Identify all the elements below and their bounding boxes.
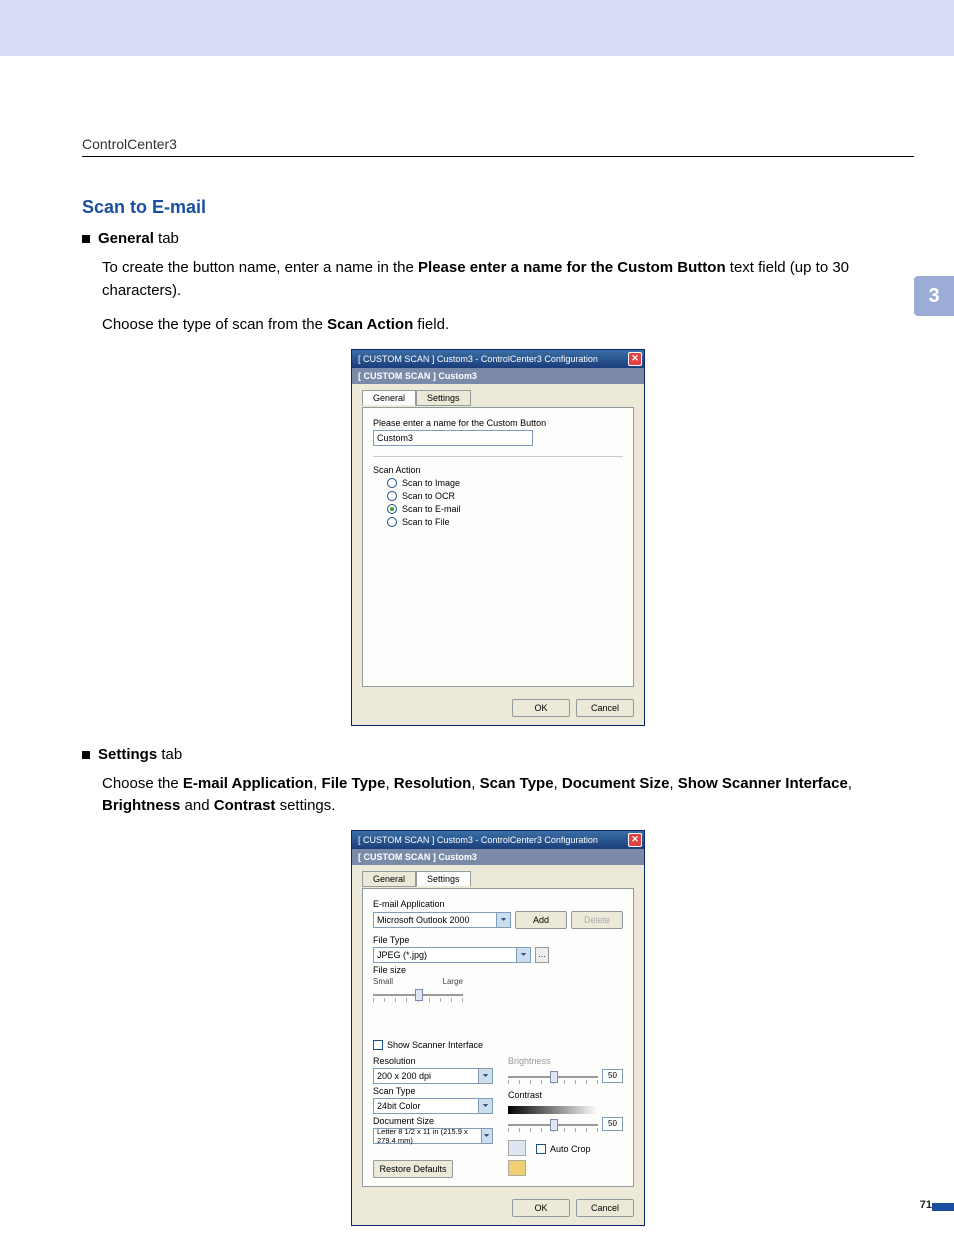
tab-settings[interactable]: Settings bbox=[416, 390, 471, 406]
page-number: 71 bbox=[920, 1199, 932, 1211]
slider-thumb[interactable] bbox=[550, 1071, 558, 1083]
settings-label: Settings bbox=[98, 746, 157, 763]
add-button[interactable]: Add bbox=[515, 911, 567, 929]
radio-icon bbox=[387, 504, 397, 514]
radio-icon bbox=[387, 517, 397, 527]
custom-name-label: Please enter a name for the Custom Butto… bbox=[373, 418, 623, 428]
radio-icon bbox=[387, 491, 397, 501]
chevron-down-icon bbox=[478, 1099, 492, 1113]
bullet-icon bbox=[82, 751, 90, 759]
doc-icon bbox=[508, 1140, 526, 1156]
scan-type-label: Scan Type bbox=[373, 1086, 503, 1096]
resolution-label: Resolution bbox=[373, 1056, 503, 1066]
dialog-general: [ CUSTOM SCAN ] Custom3 - ControlCenter3… bbox=[351, 349, 645, 726]
general-label: General bbox=[98, 230, 154, 247]
doc-size-combo[interactable]: Letter 8 1/2 x 11 in (215.9 x 279.4 mm) bbox=[373, 1128, 493, 1144]
image-icon bbox=[508, 1160, 526, 1176]
radio-scan-image[interactable]: Scan to Image bbox=[387, 478, 623, 488]
email-app-combo[interactable]: Microsoft Outlook 2000 bbox=[373, 912, 511, 928]
tab-general[interactable]: General bbox=[362, 390, 416, 406]
custom-name-input[interactable] bbox=[373, 430, 533, 446]
dialog-title: [ CUSTOM SCAN ] Custom3 - ControlCenter3… bbox=[358, 354, 598, 364]
dialog-title-2: [ CUSTOM SCAN ] Custom3 - ControlCenter3… bbox=[358, 835, 598, 845]
brightness-slider[interactable] bbox=[508, 1076, 598, 1078]
email-app-label: E-mail Application bbox=[373, 899, 623, 909]
contrast-gradient-icon bbox=[508, 1106, 598, 1114]
chevron-down-icon bbox=[478, 1069, 492, 1083]
dialog-titlebar-2[interactable]: [ CUSTOM SCAN ] Custom3 - ControlCenter3… bbox=[352, 831, 644, 849]
radio-scan-file[interactable]: Scan to File bbox=[387, 517, 623, 527]
tab-general-2[interactable]: General bbox=[362, 871, 416, 887]
resolution-combo[interactable]: 200 x 200 dpi bbox=[373, 1068, 493, 1084]
doc-size-label: Document Size bbox=[373, 1116, 503, 1126]
general-intro: To create the button name, enter a name … bbox=[102, 257, 914, 302]
section-title: Scan to E-mail bbox=[82, 197, 914, 218]
header-rule bbox=[82, 156, 914, 157]
chapter-tab: 3 bbox=[914, 276, 954, 316]
brightness-label: Brightness bbox=[508, 1056, 623, 1066]
radio-icon bbox=[387, 478, 397, 488]
restore-defaults-button[interactable]: Restore Defaults bbox=[373, 1160, 453, 1178]
scan-action-label: Scan Action bbox=[373, 465, 623, 475]
file-size-label: File size bbox=[373, 965, 463, 975]
show-scanner-checkbox[interactable]: Show Scanner Interface bbox=[373, 1040, 623, 1050]
tab-suffix-2: tab bbox=[157, 746, 182, 763]
settings-tab-bullet: Settings tab bbox=[82, 746, 914, 763]
delete-button[interactable]: Delete bbox=[571, 911, 623, 929]
tab-settings-2[interactable]: Settings bbox=[416, 871, 471, 887]
top-bar bbox=[0, 0, 954, 56]
contrast-slider[interactable] bbox=[508, 1124, 598, 1126]
general-tab-bullet: General tab bbox=[82, 230, 914, 247]
ok-button-2[interactable]: OK bbox=[512, 1199, 570, 1217]
scan-type-combo[interactable]: 24bit Color bbox=[373, 1098, 493, 1114]
file-type-combo[interactable]: JPEG (*.jpg) bbox=[373, 947, 531, 963]
slider-thumb[interactable] bbox=[415, 989, 423, 1001]
page-content: ControlCenter3 Scan to E-mail General ta… bbox=[0, 56, 954, 1226]
radio-scan-ocr[interactable]: Scan to OCR bbox=[387, 491, 623, 501]
dialog-subtitle: [ CUSTOM SCAN ] Custom3 bbox=[352, 368, 644, 384]
file-type-label: File Type bbox=[373, 935, 549, 945]
preview-icons bbox=[508, 1140, 526, 1178]
slider-thumb[interactable] bbox=[550, 1119, 558, 1131]
small-label: Small bbox=[373, 977, 393, 986]
contrast-value[interactable]: 50 bbox=[602, 1117, 623, 1131]
cancel-button[interactable]: Cancel bbox=[576, 699, 634, 717]
contrast-label: Contrast bbox=[508, 1090, 623, 1100]
dialog-titlebar[interactable]: [ CUSTOM SCAN ] Custom3 - ControlCenter3… bbox=[352, 350, 644, 368]
cancel-button-2[interactable]: Cancel bbox=[576, 1199, 634, 1217]
bullet-icon bbox=[82, 235, 90, 243]
radio-scan-email[interactable]: Scan to E-mail bbox=[387, 504, 623, 514]
chevron-down-icon bbox=[481, 1129, 492, 1143]
panel-separator bbox=[373, 456, 623, 457]
brightness-value[interactable]: 50 bbox=[602, 1069, 623, 1083]
chevron-down-icon bbox=[496, 913, 510, 927]
checkbox-icon bbox=[536, 1144, 546, 1154]
file-type-extra-button[interactable]: … bbox=[535, 947, 549, 963]
tab-suffix-1: tab bbox=[154, 230, 179, 247]
chevron-down-icon bbox=[516, 948, 530, 962]
file-size-slider[interactable] bbox=[373, 994, 463, 996]
general-choose: Choose the type of scan from the Scan Ac… bbox=[102, 314, 914, 337]
close-icon[interactable]: ✕ bbox=[628, 833, 642, 847]
auto-crop-checkbox[interactable]: Auto Crop bbox=[536, 1144, 591, 1154]
ok-button[interactable]: OK bbox=[512, 699, 570, 717]
settings-intro: Choose the E-mail Application, File Type… bbox=[102, 773, 914, 818]
large-label: Large bbox=[443, 977, 463, 986]
checkbox-icon bbox=[373, 1040, 383, 1050]
dialog-settings: [ CUSTOM SCAN ] Custom3 - ControlCenter3… bbox=[351, 830, 645, 1226]
close-icon[interactable]: ✕ bbox=[628, 352, 642, 366]
dialog-subtitle-2: [ CUSTOM SCAN ] Custom3 bbox=[352, 849, 644, 865]
running-header: ControlCenter3 bbox=[82, 136, 914, 152]
